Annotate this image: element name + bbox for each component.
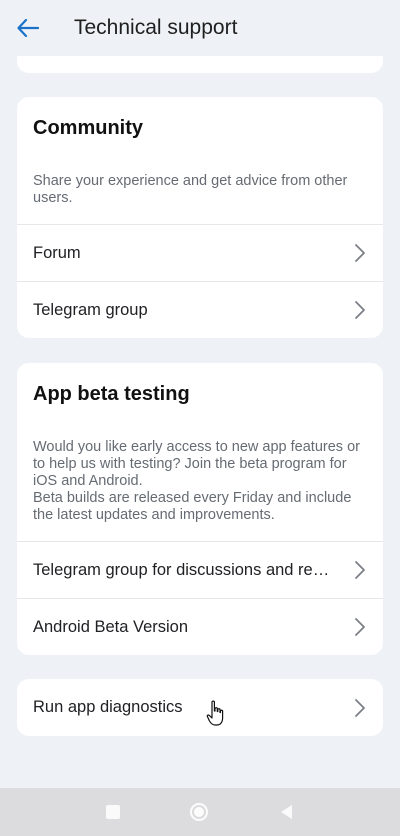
- page-title: Technical support: [74, 16, 238, 39]
- app-header: Technical support: [0, 0, 400, 56]
- chevron-right-icon: [355, 561, 365, 579]
- arrow-left-icon: [17, 19, 39, 37]
- circle-icon[interactable]: [189, 802, 209, 822]
- beta-description-2: Beta builds are released every Friday an…: [33, 490, 352, 523]
- chevron-right-icon: [355, 698, 365, 717]
- android-beta-row[interactable]: Android Beta Version: [17, 598, 383, 655]
- telegram-group-row[interactable]: Telegram group: [17, 281, 383, 338]
- beta-title: App beta testing: [33, 383, 190, 405]
- back-button[interactable]: [0, 0, 56, 56]
- chevron-right-icon: [355, 301, 365, 319]
- technical-support-screen: Technical support Community Share your e…: [0, 0, 400, 836]
- forum-label: Forum: [33, 243, 81, 262]
- chevron-right-icon: [355, 244, 365, 262]
- community-description: Share your experience and get advice fro…: [33, 173, 348, 206]
- android-beta-label: Android Beta Version: [33, 617, 189, 636]
- hand-cursor-icon: [206, 700, 224, 726]
- telegram-group-label: Telegram group: [33, 300, 148, 319]
- community-card: Community Share your experience and get …: [17, 97, 383, 338]
- telegram-discussions-row[interactable]: Telegram group for discussions and repor…: [17, 541, 383, 598]
- beta-testing-card: App beta testing Would you like early ac…: [17, 363, 383, 655]
- forum-row[interactable]: Forum: [17, 224, 383, 281]
- chevron-right-icon: [355, 618, 365, 636]
- system-navigation-bar: [0, 788, 400, 836]
- beta-description-1: Would you like early access to new app f…: [33, 439, 360, 489]
- telegram-discussions-label: Telegram group for discussions and repor…: [33, 560, 333, 579]
- run-diagnostics-label: Run app diagnostics: [33, 698, 183, 716]
- diagnostics-card: Run app diagnostics: [17, 679, 383, 736]
- square-icon[interactable]: [103, 802, 123, 822]
- community-title: Community: [33, 117, 143, 139]
- run-diagnostics-row[interactable]: Run app diagnostics: [17, 679, 383, 736]
- triangle-back-icon[interactable]: [277, 802, 297, 822]
